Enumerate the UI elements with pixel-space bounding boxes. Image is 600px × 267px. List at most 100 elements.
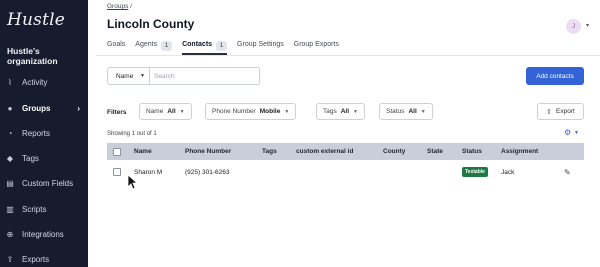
sidebar-item-label: Integrations — [22, 229, 64, 239]
caret-down-icon[interactable]: ▼ — [574, 130, 579, 136]
app-logo[interactable]: Hustle — [7, 10, 65, 30]
search-field-label: Name — [116, 72, 134, 80]
search-field-select[interactable]: Name ▼ — [107, 67, 150, 85]
sidebar-item-label: Tags — [22, 153, 39, 163]
sidebar-item-tags[interactable]: ◆ Tags — [0, 150, 88, 166]
sidebar-item-custom-fields[interactable]: ▤ Custom Fields — [0, 175, 88, 191]
sidebar-item-label: Custom Fields — [22, 178, 74, 188]
cell-status: Textable — [462, 161, 488, 183]
results-count: Showing 1 out of 1 — [107, 131, 157, 137]
sidebar-item-groups[interactable]: ● Groups › — [0, 100, 88, 116]
app-root: Hustle Hustle's organization ⌇ Activity … — [0, 0, 600, 267]
integrations-icon: ⊕ — [6, 229, 14, 239]
sidebar-item-label: Groups — [22, 103, 51, 113]
tab-label: Group Settings — [237, 41, 284, 48]
sidebar-item-integrations[interactable]: ⊕ Integrations — [0, 226, 88, 242]
avatar[interactable]: J — [566, 19, 581, 34]
tab-group-settings[interactable]: Group Settings — [237, 41, 284, 55]
tab-agents[interactable]: Agents 1 — [135, 41, 173, 55]
filter-value: All — [167, 108, 176, 115]
tab-label: Goals — [107, 41, 126, 48]
page-title: Lincoln County — [107, 17, 195, 31]
chevron-right-icon: › — [77, 103, 80, 113]
header-divider — [96, 55, 600, 56]
mouse-cursor-icon — [127, 174, 137, 190]
column-header-external-id[interactable]: custom external id — [296, 143, 353, 160]
filter-label: Name — [146, 108, 164, 115]
tab-count-badge: 1 — [161, 41, 173, 51]
breadcrumb: Groups / — [107, 3, 132, 10]
custom-fields-icon: ▤ — [6, 178, 14, 188]
sidebar-item-exports[interactable]: ⇪ Exports — [0, 251, 88, 267]
sidebar: Hustle Hustle's organization ⌇ Activity … — [0, 0, 88, 267]
filter-tags[interactable]: Tags All ▼ — [316, 103, 365, 120]
scripts-icon: ▥ — [6, 204, 14, 214]
cell-phone: (925) 301-6263 — [185, 168, 230, 176]
tab-group-exports[interactable]: Group Exports — [294, 41, 339, 55]
sidebar-item-label: Scripts — [22, 204, 47, 214]
caret-down-icon: ▼ — [179, 108, 185, 115]
search-group: Name ▼ — [107, 67, 260, 85]
tab-contacts[interactable]: Contacts 1 — [182, 41, 228, 55]
row-checkbox[interactable] — [113, 168, 121, 176]
filter-label: Phone Number — [212, 108, 256, 115]
filter-value: Mobile — [259, 108, 281, 115]
filter-label: Tags — [323, 108, 337, 115]
add-contacts-button[interactable]: Add contacts — [526, 67, 584, 85]
filters-label: Filters — [107, 109, 127, 116]
search-input[interactable] — [150, 67, 260, 85]
chevron-down-icon[interactable]: ▾ — [586, 22, 589, 29]
tab-label: Group Exports — [293, 41, 339, 48]
column-header-state[interactable]: State — [427, 143, 443, 160]
tab-label: Agents — [135, 41, 158, 48]
column-header-status[interactable]: Status — [462, 143, 482, 160]
gear-icon[interactable]: ⚙ — [564, 128, 571, 137]
tab-bar: Goals Agents 1 Contacts 1 Group Settings… — [107, 41, 349, 55]
tab-label: Contacts — [182, 41, 213, 48]
sidebar-item-label: Reports — [22, 128, 51, 138]
filter-value: All — [340, 108, 350, 115]
row-select-cell — [113, 161, 121, 183]
caret-down-icon: ▼ — [284, 108, 290, 115]
activity-icon: ⌇ — [8, 77, 12, 87]
sidebar-item-activity[interactable]: ⌇ Activity — [0, 74, 88, 90]
export-button[interactable]: ⇧ Export — [537, 103, 584, 120]
org-name: Hustle's organization — [7, 46, 58, 66]
filter-phone-number[interactable]: Phone Number Mobile ▼ — [205, 103, 297, 120]
tab-count-badge: 1 — [216, 41, 228, 51]
tab-goals[interactable]: Goals — [107, 41, 125, 55]
caret-down-icon: ▼ — [420, 108, 426, 115]
caret-down-icon: ▼ — [140, 73, 145, 79]
sidebar-item-reports[interactable]: ◔ Reports — [0, 125, 88, 141]
breadcrumb-separator: / — [130, 3, 132, 10]
cell-name[interactable]: Sharon M — [134, 161, 162, 183]
export-label: Export — [556, 108, 575, 115]
filter-label: Status — [386, 108, 405, 115]
tag-icon: ◆ — [6, 153, 14, 163]
exports-icon: ⇪ — [6, 254, 14, 264]
sidebar-item-scripts[interactable]: ▥ Scripts — [0, 201, 88, 217]
filter-value: All — [408, 108, 417, 115]
breadcrumb-link-groups[interactable]: Groups — [107, 3, 128, 10]
reports-icon: ◔ — [7, 128, 13, 138]
column-header-name[interactable]: Name — [134, 143, 152, 160]
table-row[interactable]: Sharon M (925) 301-6263 Textable Jack ✎ — [107, 161, 584, 183]
caret-down-icon: ▼ — [353, 108, 358, 115]
select-all-cell — [113, 143, 121, 160]
table-header: Name Phone Number Tags custom external i… — [107, 143, 584, 160]
column-header-county[interactable]: County — [383, 143, 405, 160]
sidebar-item-label: Exports — [22, 254, 50, 264]
sidebar-item-label: Activity — [22, 77, 48, 87]
pencil-icon[interactable]: ✎ — [564, 168, 571, 177]
column-header-assignment[interactable]: Assignment — [501, 143, 538, 160]
column-header-tags[interactable]: Tags — [262, 143, 277, 160]
column-header-phone[interactable]: Phone Number — [185, 143, 231, 160]
cell-assignment: Jack — [501, 168, 515, 176]
filter-name[interactable]: Name All ▼ — [139, 103, 192, 120]
select-all-checkbox[interactable] — [113, 147, 121, 156]
groups-icon: ● — [7, 103, 13, 113]
status-badge: Textable — [462, 167, 488, 177]
upload-icon: ⇧ — [546, 108, 553, 116]
edit-cell: ✎ — [564, 161, 571, 183]
filter-status[interactable]: Status All ▼ — [379, 103, 433, 120]
